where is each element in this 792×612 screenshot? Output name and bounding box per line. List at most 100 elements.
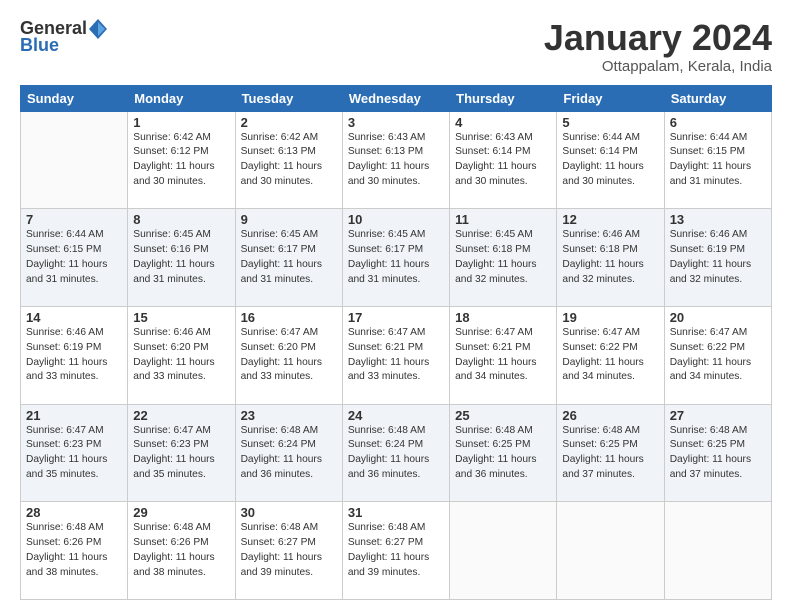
day-number: 18	[455, 310, 551, 325]
day-number: 26	[562, 408, 658, 423]
day-detail: Sunrise: 6:47 AM Sunset: 6:21 PM Dayligh…	[455, 326, 551, 385]
page: General Blue January 2024 Ottappalam, Ke…	[0, 0, 792, 612]
calendar-week-row: 21Sunrise: 6:47 AM Sunset: 6:23 PM Dayli…	[21, 404, 772, 502]
calendar-week-row: 1Sunrise: 6:42 AM Sunset: 6:12 PM Daylig…	[21, 111, 772, 209]
day-detail: Sunrise: 6:48 AM Sunset: 6:25 PM Dayligh…	[670, 424, 766, 483]
day-detail: Sunrise: 6:47 AM Sunset: 6:23 PM Dayligh…	[26, 424, 122, 483]
day-detail: Sunrise: 6:45 AM Sunset: 6:17 PM Dayligh…	[348, 228, 444, 287]
day-number: 22	[133, 408, 229, 423]
day-number: 24	[348, 408, 444, 423]
day-number: 13	[670, 212, 766, 227]
table-row: 22Sunrise: 6:47 AM Sunset: 6:23 PM Dayli…	[128, 404, 235, 502]
table-row: 1Sunrise: 6:42 AM Sunset: 6:12 PM Daylig…	[128, 111, 235, 209]
day-detail: Sunrise: 6:46 AM Sunset: 6:19 PM Dayligh…	[26, 326, 122, 385]
day-detail: Sunrise: 6:46 AM Sunset: 6:19 PM Dayligh…	[670, 228, 766, 287]
day-number: 16	[241, 310, 337, 325]
day-number: 20	[670, 310, 766, 325]
table-row: 28Sunrise: 6:48 AM Sunset: 6:26 PM Dayli…	[21, 502, 128, 600]
day-detail: Sunrise: 6:44 AM Sunset: 6:15 PM Dayligh…	[670, 131, 766, 190]
day-number: 4	[455, 115, 551, 130]
day-detail: Sunrise: 6:42 AM Sunset: 6:12 PM Dayligh…	[133, 131, 229, 190]
day-number: 27	[670, 408, 766, 423]
day-detail: Sunrise: 6:47 AM Sunset: 6:21 PM Dayligh…	[348, 326, 444, 385]
day-detail: Sunrise: 6:48 AM Sunset: 6:24 PM Dayligh…	[348, 424, 444, 483]
table-row: 2Sunrise: 6:42 AM Sunset: 6:13 PM Daylig…	[235, 111, 342, 209]
col-sunday: Sunday	[21, 85, 128, 111]
table-row: 31Sunrise: 6:48 AM Sunset: 6:27 PM Dayli…	[342, 502, 449, 600]
day-number: 15	[133, 310, 229, 325]
calendar-header-row: Sunday Monday Tuesday Wednesday Thursday…	[21, 85, 772, 111]
table-row: 21Sunrise: 6:47 AM Sunset: 6:23 PM Dayli…	[21, 404, 128, 502]
day-detail: Sunrise: 6:45 AM Sunset: 6:17 PM Dayligh…	[241, 228, 337, 287]
day-detail: Sunrise: 6:46 AM Sunset: 6:20 PM Dayligh…	[133, 326, 229, 385]
day-number: 29	[133, 505, 229, 520]
table-row: 11Sunrise: 6:45 AM Sunset: 6:18 PM Dayli…	[450, 209, 557, 307]
day-detail: Sunrise: 6:48 AM Sunset: 6:26 PM Dayligh…	[26, 521, 122, 580]
day-number: 10	[348, 212, 444, 227]
table-row	[557, 502, 664, 600]
table-row: 5Sunrise: 6:44 AM Sunset: 6:14 PM Daylig…	[557, 111, 664, 209]
day-number: 1	[133, 115, 229, 130]
table-row	[664, 502, 771, 600]
day-detail: Sunrise: 6:45 AM Sunset: 6:16 PM Dayligh…	[133, 228, 229, 287]
day-detail: Sunrise: 6:47 AM Sunset: 6:23 PM Dayligh…	[133, 424, 229, 483]
day-detail: Sunrise: 6:43 AM Sunset: 6:14 PM Dayligh…	[455, 131, 551, 190]
day-number: 11	[455, 212, 551, 227]
day-detail: Sunrise: 6:48 AM Sunset: 6:27 PM Dayligh…	[241, 521, 337, 580]
day-number: 9	[241, 212, 337, 227]
day-number: 12	[562, 212, 658, 227]
table-row	[450, 502, 557, 600]
col-wednesday: Wednesday	[342, 85, 449, 111]
day-detail: Sunrise: 6:48 AM Sunset: 6:25 PM Dayligh…	[455, 424, 551, 483]
table-row: 9Sunrise: 6:45 AM Sunset: 6:17 PM Daylig…	[235, 209, 342, 307]
table-row: 10Sunrise: 6:45 AM Sunset: 6:17 PM Dayli…	[342, 209, 449, 307]
table-row: 29Sunrise: 6:48 AM Sunset: 6:26 PM Dayli…	[128, 502, 235, 600]
day-detail: Sunrise: 6:44 AM Sunset: 6:15 PM Dayligh…	[26, 228, 122, 287]
day-detail: Sunrise: 6:43 AM Sunset: 6:13 PM Dayligh…	[348, 131, 444, 190]
table-row: 14Sunrise: 6:46 AM Sunset: 6:19 PM Dayli…	[21, 306, 128, 404]
day-detail: Sunrise: 6:48 AM Sunset: 6:25 PM Dayligh…	[562, 424, 658, 483]
day-detail: Sunrise: 6:48 AM Sunset: 6:27 PM Dayligh…	[348, 521, 444, 580]
table-row: 8Sunrise: 6:45 AM Sunset: 6:16 PM Daylig…	[128, 209, 235, 307]
logo: General Blue	[20, 18, 107, 56]
table-row: 7Sunrise: 6:44 AM Sunset: 6:15 PM Daylig…	[21, 209, 128, 307]
day-detail: Sunrise: 6:45 AM Sunset: 6:18 PM Dayligh…	[455, 228, 551, 287]
table-row: 13Sunrise: 6:46 AM Sunset: 6:19 PM Dayli…	[664, 209, 771, 307]
table-row	[21, 111, 128, 209]
table-row: 24Sunrise: 6:48 AM Sunset: 6:24 PM Dayli…	[342, 404, 449, 502]
day-detail: Sunrise: 6:48 AM Sunset: 6:24 PM Dayligh…	[241, 424, 337, 483]
calendar-week-row: 28Sunrise: 6:48 AM Sunset: 6:26 PM Dayli…	[21, 502, 772, 600]
col-thursday: Thursday	[450, 85, 557, 111]
table-row: 12Sunrise: 6:46 AM Sunset: 6:18 PM Dayli…	[557, 209, 664, 307]
day-number: 14	[26, 310, 122, 325]
table-row: 26Sunrise: 6:48 AM Sunset: 6:25 PM Dayli…	[557, 404, 664, 502]
location: Ottappalam, Kerala, India	[544, 58, 772, 75]
day-number: 8	[133, 212, 229, 227]
table-row: 17Sunrise: 6:47 AM Sunset: 6:21 PM Dayli…	[342, 306, 449, 404]
day-detail: Sunrise: 6:48 AM Sunset: 6:26 PM Dayligh…	[133, 521, 229, 580]
col-saturday: Saturday	[664, 85, 771, 111]
month-title: January 2024	[544, 18, 772, 58]
day-number: 21	[26, 408, 122, 423]
day-detail: Sunrise: 6:46 AM Sunset: 6:18 PM Dayligh…	[562, 228, 658, 287]
day-number: 25	[455, 408, 551, 423]
day-detail: Sunrise: 6:42 AM Sunset: 6:13 PM Dayligh…	[241, 131, 337, 190]
table-row: 20Sunrise: 6:47 AM Sunset: 6:22 PM Dayli…	[664, 306, 771, 404]
table-row: 19Sunrise: 6:47 AM Sunset: 6:22 PM Dayli…	[557, 306, 664, 404]
table-row: 25Sunrise: 6:48 AM Sunset: 6:25 PM Dayli…	[450, 404, 557, 502]
day-number: 30	[241, 505, 337, 520]
table-row: 4Sunrise: 6:43 AM Sunset: 6:14 PM Daylig…	[450, 111, 557, 209]
day-number: 31	[348, 505, 444, 520]
table-row: 6Sunrise: 6:44 AM Sunset: 6:15 PM Daylig…	[664, 111, 771, 209]
table-row: 3Sunrise: 6:43 AM Sunset: 6:13 PM Daylig…	[342, 111, 449, 209]
day-number: 17	[348, 310, 444, 325]
calendar-week-row: 14Sunrise: 6:46 AM Sunset: 6:19 PM Dayli…	[21, 306, 772, 404]
col-tuesday: Tuesday	[235, 85, 342, 111]
day-number: 19	[562, 310, 658, 325]
table-row: 16Sunrise: 6:47 AM Sunset: 6:20 PM Dayli…	[235, 306, 342, 404]
table-row: 27Sunrise: 6:48 AM Sunset: 6:25 PM Dayli…	[664, 404, 771, 502]
day-number: 2	[241, 115, 337, 130]
table-row: 15Sunrise: 6:46 AM Sunset: 6:20 PM Dayli…	[128, 306, 235, 404]
col-monday: Monday	[128, 85, 235, 111]
day-number: 7	[26, 212, 122, 227]
